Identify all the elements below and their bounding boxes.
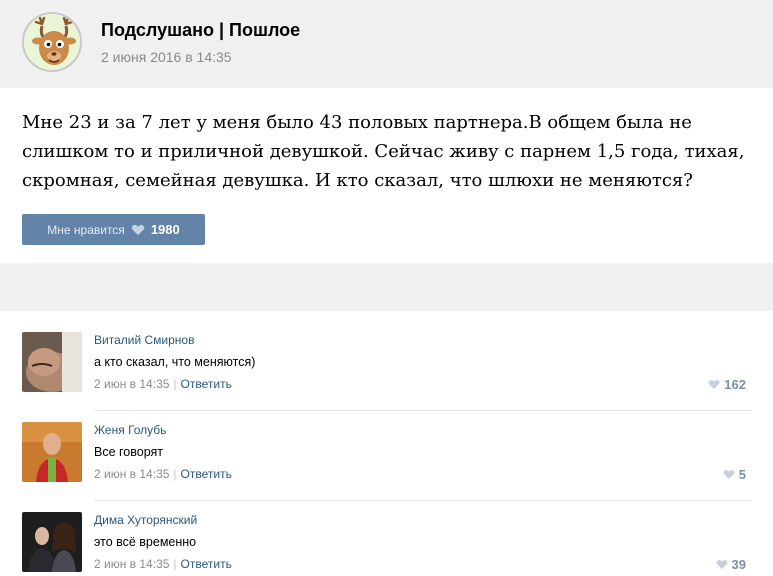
like-button-label: Мне нравится (47, 222, 125, 237)
comment-item: Виталий Смирнов а кто сказал, что меняют… (22, 321, 752, 411)
meta-separator: | (173, 377, 177, 391)
comment-like-count: 5 (738, 467, 746, 482)
comment-like-count: 162 (724, 377, 746, 392)
heart-icon (708, 380, 720, 389)
avatar-photo (22, 512, 82, 572)
comment-meta: 2 июн в 14:35 | Ответить (94, 377, 232, 391)
group-avatar[interactable] (22, 12, 82, 72)
reply-link[interactable]: Ответить (181, 377, 232, 391)
post-text: Мне 23 и за 7 лет у меня было 43 половых… (22, 112, 745, 191)
section-separator (0, 263, 773, 311)
post-date[interactable]: 2 июня 2016 в 14:35 (101, 49, 232, 65)
avatar-photo (22, 422, 82, 482)
commenter-avatar[interactable] (22, 512, 82, 572)
comment-text: это всё временно (94, 535, 197, 549)
post-header: Подслушано | Пошлое 2 июня 2016 в 14:35 (0, 0, 773, 88)
comment-like-count: 39 (731, 557, 746, 572)
heart-icon (723, 470, 735, 479)
like-count: 1980 (150, 222, 180, 237)
comment-like-button[interactable]: 162 (708, 377, 746, 392)
meta-separator: | (173, 467, 177, 481)
commenter-avatar[interactable] (22, 422, 82, 482)
commenter-avatar[interactable] (22, 332, 82, 392)
comment-text: Все говорят (94, 445, 164, 459)
reply-link[interactable]: Ответить (181, 467, 232, 481)
comment-text: а кто сказал, что меняются) (94, 355, 256, 369)
like-button[interactable]: Мне нравится 1980 (22, 214, 205, 245)
comment-date[interactable]: 2 июн в 14:35 (94, 377, 169, 391)
comment-date[interactable]: 2 июн в 14:35 (94, 557, 169, 571)
meta-separator: | (173, 557, 177, 571)
deer-mascot-icon (24, 14, 80, 70)
comment-like-button[interactable]: 5 (723, 467, 746, 482)
comment-like-button[interactable]: 39 (716, 557, 746, 572)
group-name[interactable]: Подслушано | Пошлое (101, 20, 300, 41)
avatar-photo (22, 332, 82, 392)
comment-author[interactable]: Виталий Смирнов (94, 333, 194, 347)
comment-meta: 2 июн в 14:35 | Ответить (94, 557, 232, 571)
comment-author[interactable]: Дима Хуторянский (94, 513, 197, 527)
comment-meta: 2 июн в 14:35 | Ответить (94, 467, 232, 481)
reply-link[interactable]: Ответить (181, 557, 232, 571)
comment-item: Дима Хуторянский это всё временно 2 июн … (22, 501, 752, 576)
comment-item: Женя Голубь Все говорят 2 июн в 14:35 | От… (22, 411, 752, 501)
comment-author[interactable]: Женя Голубь (94, 423, 166, 437)
comment-date[interactable]: 2 июн в 14:35 (94, 467, 169, 481)
heart-icon (131, 224, 145, 235)
heart-icon (716, 560, 728, 569)
